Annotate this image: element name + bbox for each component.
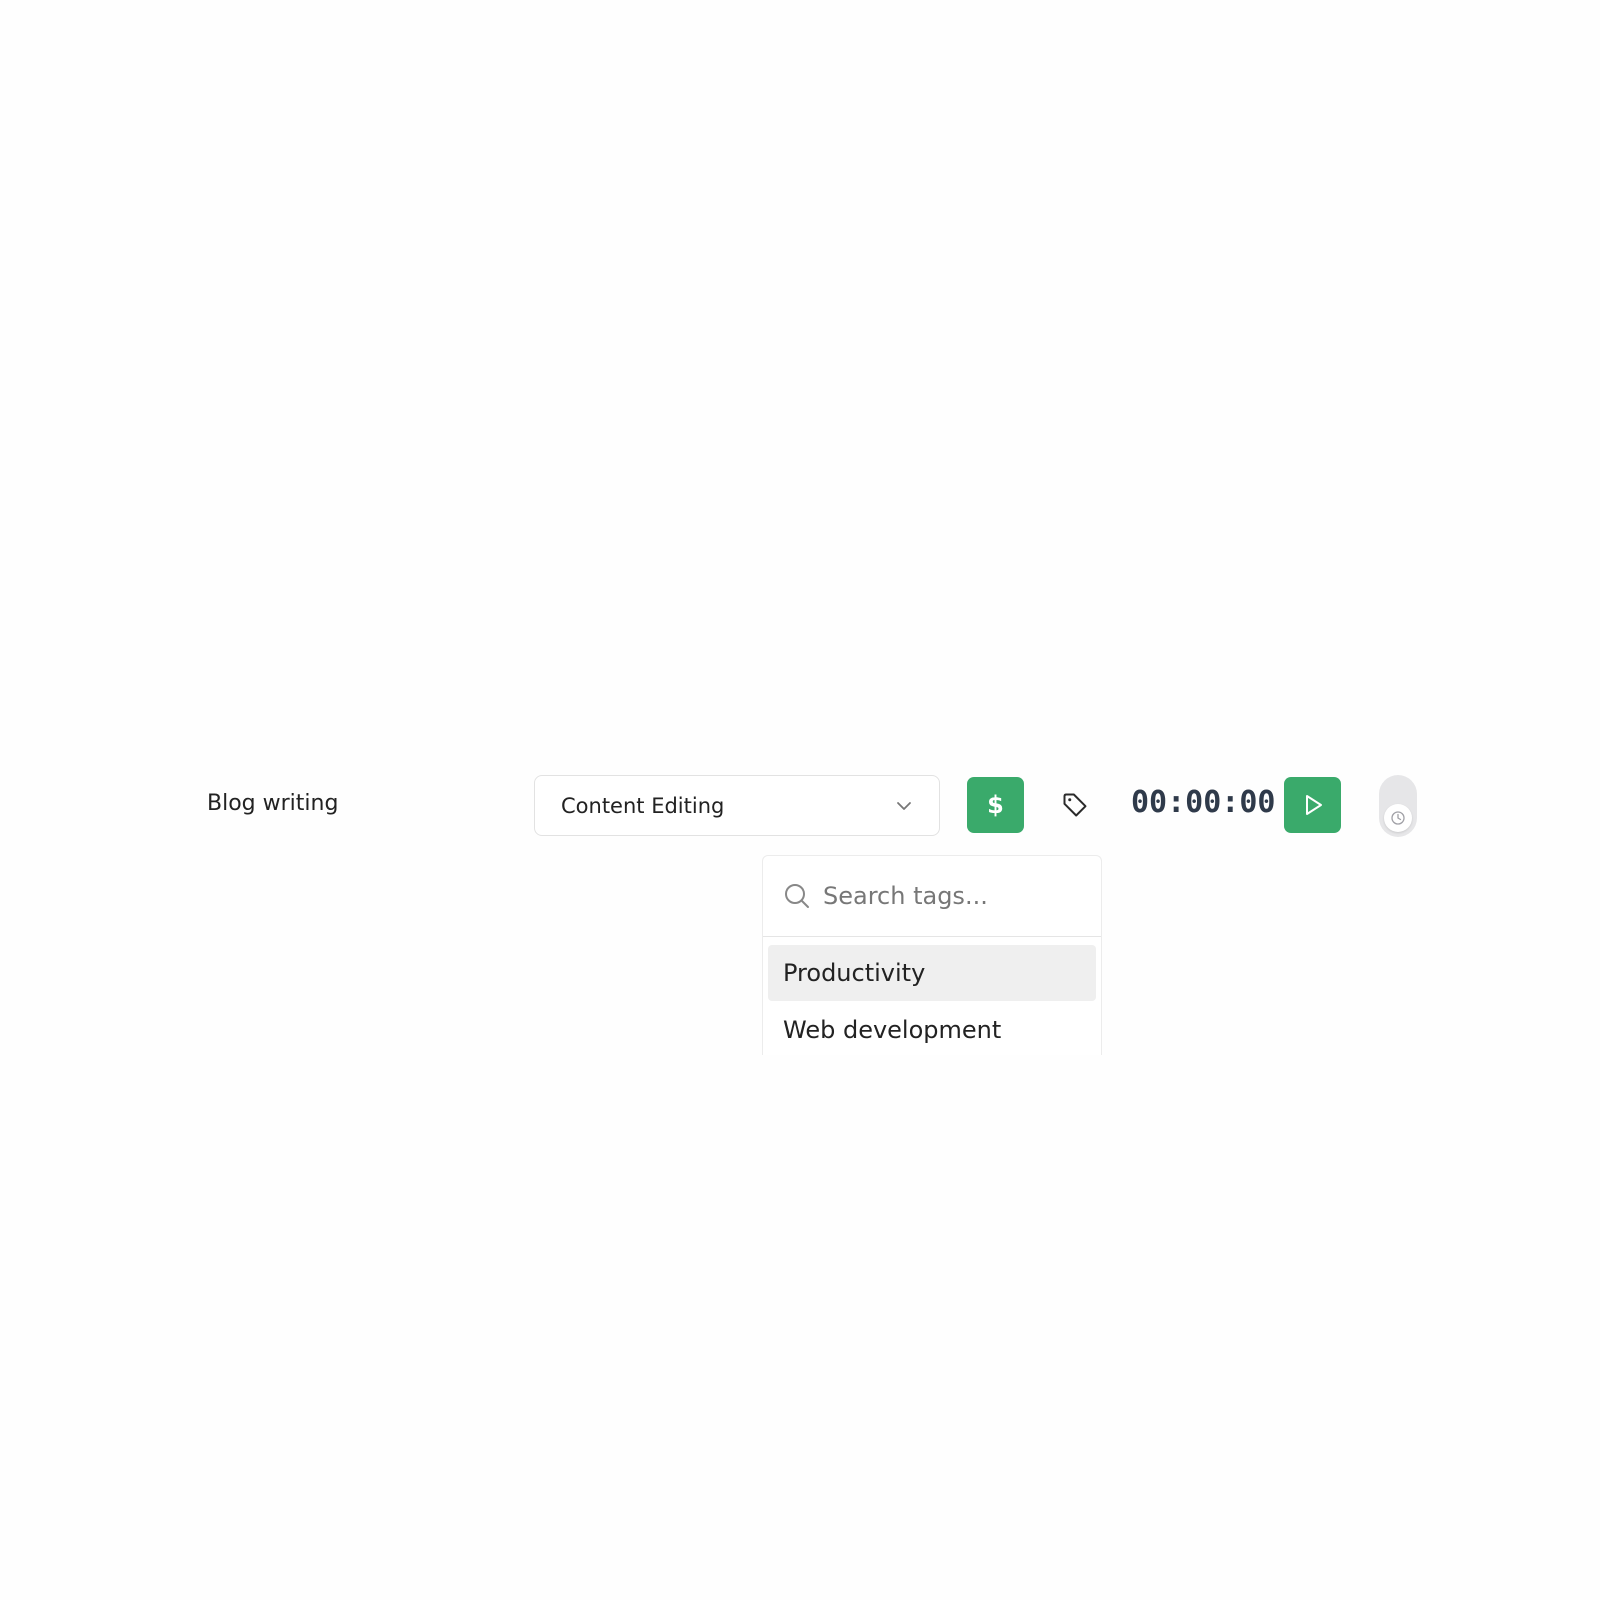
search-icon — [785, 884, 809, 908]
play-icon — [1305, 795, 1322, 815]
timer-display: 00:00:00 — [1131, 785, 1276, 820]
start-timer-button[interactable] — [1284, 777, 1341, 833]
project-select-value: Content Editing — [561, 793, 725, 818]
tag-button[interactable] — [1055, 785, 1095, 825]
toggle-knob — [1384, 804, 1412, 832]
task-description[interactable]: Blog writing — [207, 790, 338, 818]
tag-option-productivity[interactable]: Productivity — [768, 945, 1096, 1001]
clock-icon — [1391, 811, 1405, 825]
billable-button[interactable]: $ — [967, 777, 1024, 833]
time-tracker-stage: Blog writing Content Editing $ 00:00:00 — [0, 0, 1600, 1600]
tag-dropdown: Productivity Web development — [762, 855, 1102, 1055]
tag-option-web-development[interactable]: Web development — [768, 1002, 1096, 1055]
chevron-down-icon — [897, 801, 911, 810]
tag-search-input[interactable] — [823, 876, 1083, 916]
timer-mode-toggle[interactable] — [1379, 775, 1417, 837]
project-select[interactable]: Content Editing — [534, 775, 940, 836]
tag-icon — [1063, 793, 1087, 817]
dollar-icon: $ — [987, 791, 1004, 819]
tag-search-bar — [763, 856, 1101, 937]
